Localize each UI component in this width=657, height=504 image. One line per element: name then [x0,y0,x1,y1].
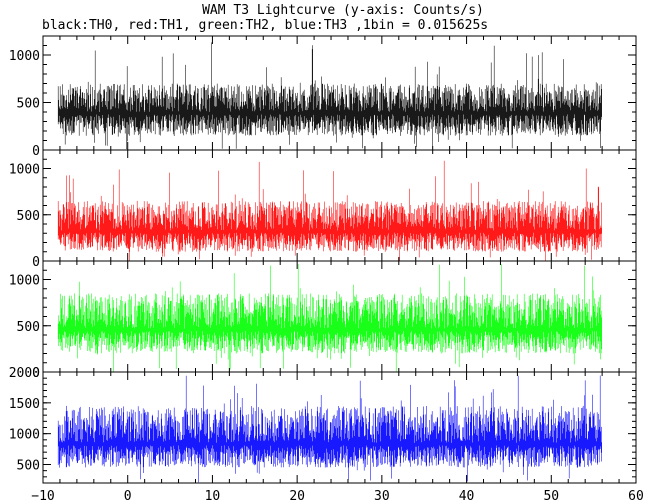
y-tick-label: 1000 [9,163,40,178]
y-tick-label: 0 [32,144,40,159]
panel-frame [42,35,637,151]
y-tick-label: 1000 [9,428,40,443]
x-tick-label: 0 [124,489,132,504]
y-tick-label: 1000 [9,274,40,289]
lightcurve-figure: WAM T3 Lightcurve (y-axis: Counts/s) bla… [9,3,644,504]
y-tick-label: 1000 [9,49,40,64]
x-tick-label: 30 [374,489,390,504]
y-tick-label: 0 [32,255,40,270]
series-line-th1 [57,160,602,261]
figure-subtitle: black:TH0, red:TH1, green:TH2, blue:TH3 … [42,18,488,33]
series-line-th2 [57,263,602,372]
x-tick-label: 20 [289,489,305,504]
panel-th2: 05001000 [9,260,637,381]
x-tick-label: 60 [628,489,644,504]
y-tick-label: 500 [17,320,40,335]
series-line-th0 [57,42,602,150]
x-tick-label: −10 [31,489,54,504]
x-tick-label: 50 [543,489,559,504]
x-tick-label: 40 [459,489,475,504]
y-tick-label: 2000 [9,366,40,381]
panels-group: 0 500 1000 0 500 1000 0 500 1000 500 1000 1500 2000 −… [9,35,644,504]
panel-th0: 0 500 1000 [9,35,637,159]
panel-th1: 0 500 1000 [9,149,637,270]
y-tick-label: 1500 [9,397,40,412]
y-tick-label: 500 [17,97,40,112]
panel-th3: 500 1000 1500 2000 −10 0 10 20 30 40 50 60 [9,366,644,504]
figure-title: WAM T3 Lightcurve (y-axis: Counts/s) [202,3,484,18]
y-tick-label: 500 [17,209,40,224]
y-tick-label: 500 [17,459,40,474]
x-tick-label: 10 [205,489,221,504]
series-line-th3 [57,375,602,483]
